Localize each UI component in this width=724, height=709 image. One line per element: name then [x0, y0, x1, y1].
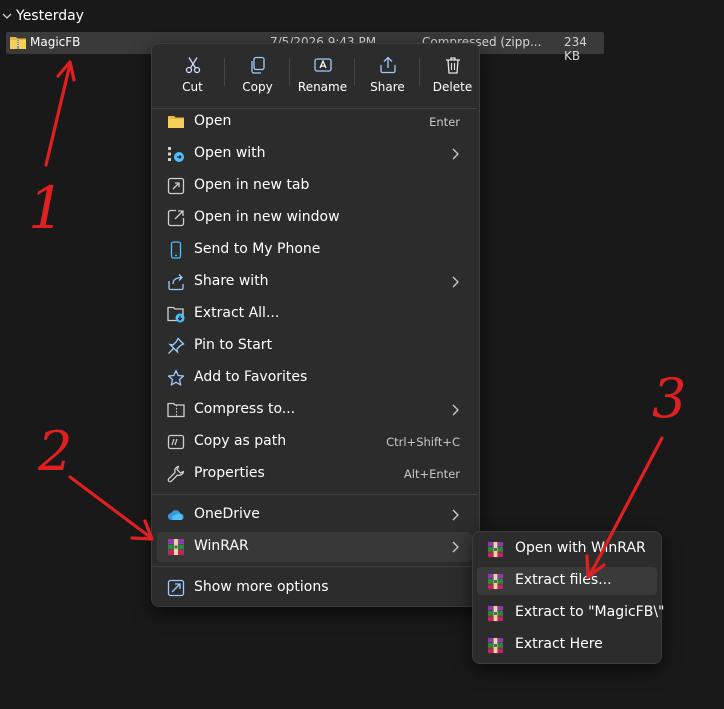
submenu-item-label: Open with WinRAR	[515, 540, 646, 556]
menu-item-label: Open in new tab	[194, 177, 310, 193]
copy-button[interactable]: Copy	[225, 50, 290, 102]
share-with-icon	[168, 274, 184, 291]
delete-label: Delete	[432, 80, 473, 94]
file-size: 234 KB	[564, 35, 587, 63]
chevron-down-icon	[0, 9, 14, 23]
menu-item-share-with[interactable]: Share with	[157, 267, 472, 297]
annotation-label-2: 2	[37, 420, 72, 483]
menu-item-label: Pin to Start	[194, 337, 273, 353]
phone-icon	[170, 241, 182, 259]
cut-button[interactable]: Cut	[160, 50, 225, 102]
menu-item-label: Show more options	[194, 579, 329, 595]
annotation-arrowhead-2	[130, 519, 154, 541]
submenu-item-label: Extract to "MagicFB\"	[515, 604, 665, 620]
winrar-icon	[487, 573, 504, 590]
extract-folder-icon	[167, 306, 185, 323]
submenu-item-extract-files[interactable]: Extract files...	[477, 567, 657, 595]
menu-item-winrar[interactable]: WinRAR	[157, 532, 472, 562]
menu-item-show-more-options[interactable]: Show more options	[157, 573, 472, 603]
shortcut-text: Ctrl+Shift+C	[386, 435, 460, 449]
scissors-icon	[185, 57, 200, 74]
show-more-icon	[167, 579, 185, 597]
trash-icon	[445, 57, 460, 74]
group-label: Yesterday	[16, 8, 84, 24]
submenu-item-label: Extract Here	[515, 636, 603, 652]
menu-item-label: Open	[194, 113, 232, 129]
menu-item-compress-to[interactable]: Compress to...	[157, 395, 472, 425]
menu-item-open-new-window[interactable]: Open in new window	[157, 203, 472, 233]
winrar-icon	[487, 541, 504, 558]
delete-button[interactable]: Delete	[420, 50, 485, 102]
wrench-icon	[167, 465, 185, 483]
menu-item-properties[interactable]: Properties Alt+Enter	[157, 459, 472, 489]
context-menu: Cut Copy Rename Share Delete Open Enter …	[151, 43, 480, 607]
chevron-right-icon	[452, 509, 459, 521]
pin-icon	[168, 337, 185, 354]
submenu-item-open-with-winrar[interactable]: Open with WinRAR	[477, 535, 657, 563]
chevron-right-icon	[452, 276, 459, 288]
menu-item-label: OneDrive	[194, 506, 260, 522]
star-icon	[167, 369, 185, 386]
menu-item-label: Compress to...	[194, 401, 296, 417]
annotation-label-3: 3	[652, 367, 686, 430]
share-label: Share	[370, 80, 405, 94]
menu-item-label: WinRAR	[194, 538, 249, 554]
menu-item-label: Open in new window	[194, 209, 340, 225]
file-name: MagicFB	[30, 35, 81, 49]
menu-item-add-to-favorites[interactable]: Add to Favorites	[157, 363, 472, 393]
winrar-icon	[168, 539, 184, 555]
annotation-arrowhead-1	[56, 60, 76, 82]
menu-item-label: Properties	[194, 465, 265, 481]
annotation-arrow-1	[44, 62, 72, 167]
chevron-right-icon	[452, 404, 459, 416]
new-tab-icon	[167, 177, 185, 195]
rename-label: Rename	[297, 80, 348, 94]
menu-item-label: Extract All...	[194, 305, 280, 321]
winrar-icon	[487, 637, 504, 654]
menu-item-onedrive[interactable]: OneDrive	[157, 500, 472, 530]
menu-item-label: Copy as path	[194, 433, 287, 449]
shortcut-text: Alt+Enter	[403, 467, 460, 481]
copy-icon	[250, 56, 265, 74]
new-window-icon	[167, 209, 185, 227]
chevron-right-icon	[452, 148, 459, 160]
winrar-submenu: Open with WinRAR Extract files... Extrac…	[472, 531, 664, 664]
folder-icon	[168, 116, 184, 128]
share-button[interactable]: Share	[355, 50, 420, 102]
menu-item-copy-as-path[interactable]: Copy as path Ctrl+Shift+C	[157, 427, 472, 457]
menu-item-open-with[interactable]: Open with	[157, 139, 472, 169]
winrar-icon	[487, 605, 504, 622]
rename-button[interactable]: Rename	[290, 50, 355, 102]
annotation-label-1: 1	[28, 174, 65, 242]
submenu-item-label: Extract files...	[515, 572, 612, 588]
shortcut-text: Enter	[429, 115, 460, 129]
zip-folder-icon	[10, 35, 26, 52]
copy-path-icon	[167, 434, 185, 450]
submenu-item-extract-here[interactable]: Extract Here	[477, 631, 657, 659]
menu-item-open-new-tab[interactable]: Open in new tab	[157, 171, 472, 201]
copy-label: Copy	[242, 80, 273, 94]
annotation-arrow-2	[68, 475, 152, 539]
menu-item-label: Add to Favorites	[194, 369, 308, 385]
open-with-icon	[168, 147, 184, 162]
divider	[152, 566, 477, 567]
submenu-item-extract-to-folder[interactable]: Extract to "MagicFB\"	[477, 599, 664, 627]
onedrive-cloud-icon	[167, 510, 184, 521]
menu-item-open[interactable]: Open Enter	[157, 107, 472, 137]
menu-item-label: Share with	[194, 273, 269, 289]
chevron-right-icon	[452, 541, 459, 553]
menu-item-pin-to-start[interactable]: Pin to Start	[157, 331, 472, 361]
menu-item-send-to-phone[interactable]: Send to My Phone	[157, 235, 472, 265]
share-icon	[379, 56, 396, 74]
menu-item-label: Open with	[194, 145, 266, 161]
divider	[152, 494, 477, 495]
group-header-yesterday[interactable]: Yesterday	[0, 4, 84, 28]
rename-icon	[313, 58, 332, 72]
menu-item-extract-all[interactable]: Extract All...	[157, 299, 472, 329]
compress-folder-icon	[167, 402, 185, 418]
menu-item-label: Send to My Phone	[194, 241, 321, 257]
cut-label: Cut	[182, 80, 203, 94]
quick-actions-bar: Cut Copy Rename Share Delete	[160, 50, 485, 102]
